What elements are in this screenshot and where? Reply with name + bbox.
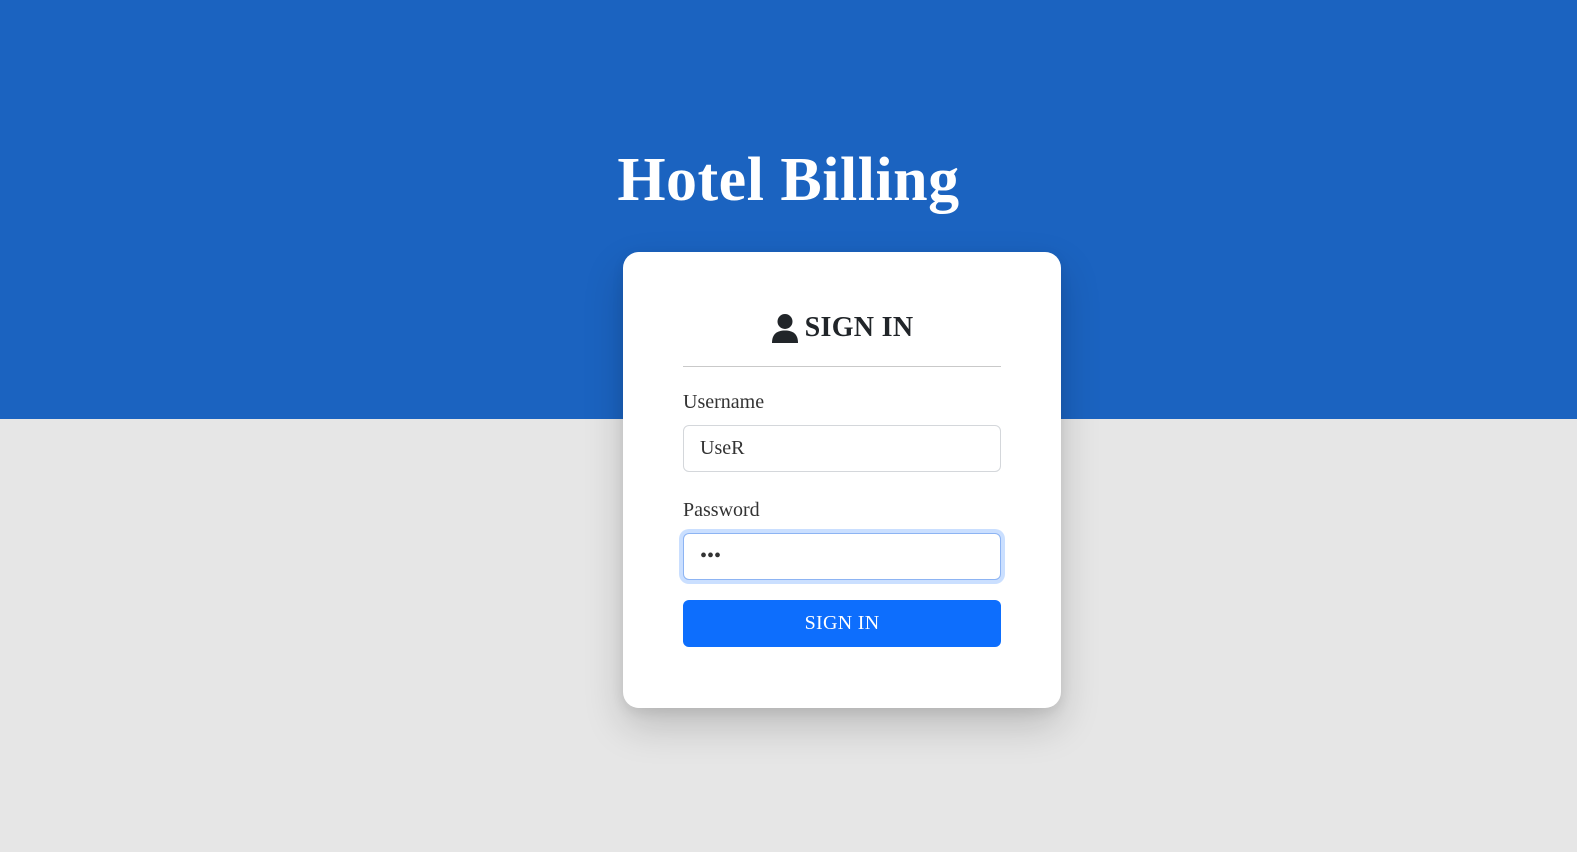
header-divider — [683, 366, 1001, 367]
login-heading: SIGN IN — [804, 312, 914, 343]
username-input[interactable] — [683, 425, 1001, 472]
password-label: Password — [683, 499, 760, 521]
login-card-header: SIGN IN — [683, 308, 1001, 348]
password-input[interactable] — [683, 533, 1001, 580]
page-title: Hotel Billing — [617, 146, 960, 214]
username-label: Username — [683, 391, 765, 413]
login-card: SIGN IN Username Password SIGN IN — [623, 252, 1061, 708]
user-icon — [771, 313, 799, 343]
sign-in-button[interactable]: SIGN IN — [683, 600, 1001, 647]
